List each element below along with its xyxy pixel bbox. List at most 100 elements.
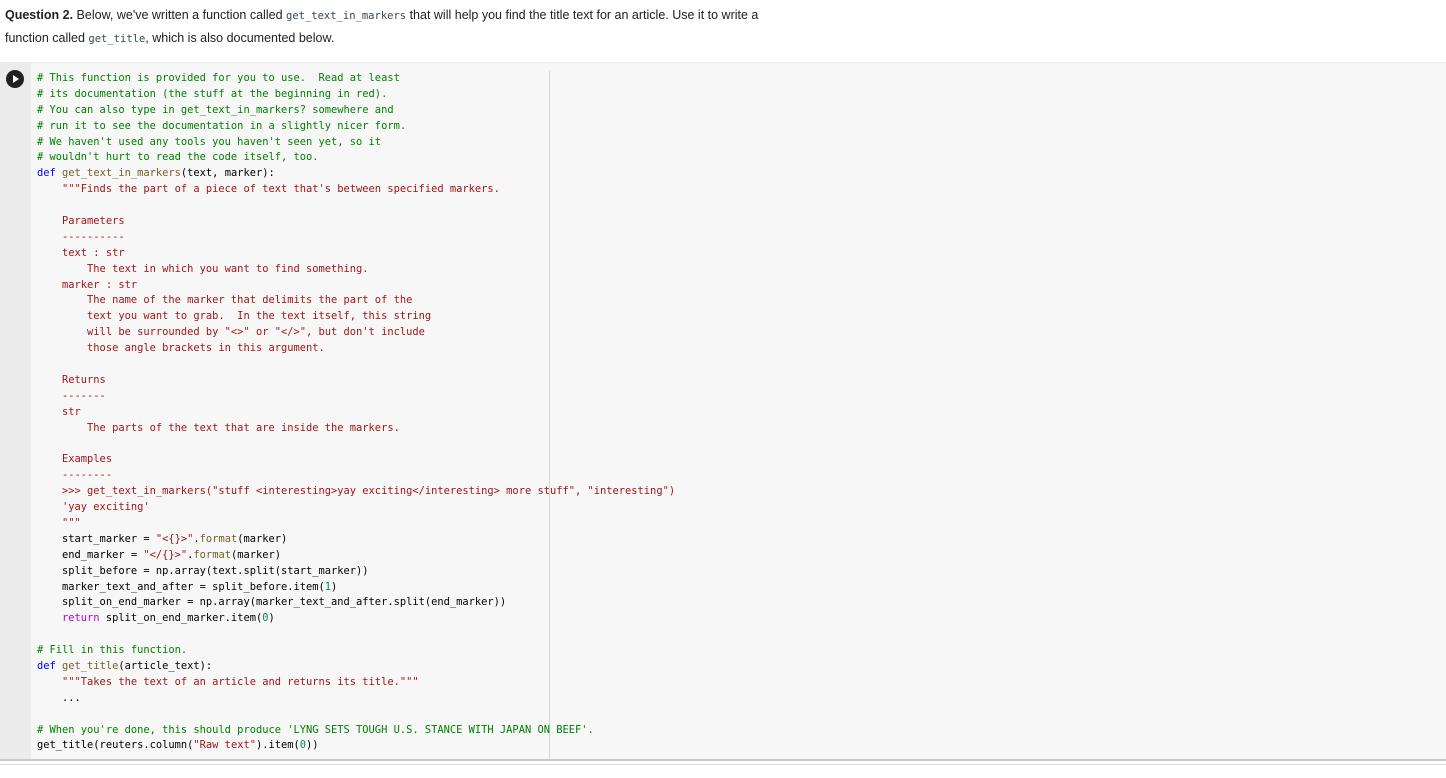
code-line: # Fill in this function. bbox=[37, 643, 675, 659]
code-token: "</{}>" bbox=[143, 548, 188, 561]
code-token: those angle brackets in this argument. bbox=[37, 342, 325, 355]
code-line: text you want to grab. In the text itsel… bbox=[37, 309, 675, 325]
code-line: those angle brackets in this argument. bbox=[37, 341, 675, 357]
code-line: """Finds the part of a piece of text tha… bbox=[37, 182, 675, 198]
code-token: ... bbox=[37, 691, 81, 704]
code-token: format bbox=[193, 548, 231, 561]
code-line: >>> get_text_in_markers("stuff <interest… bbox=[37, 484, 675, 500]
code-line: Parameters bbox=[37, 214, 675, 230]
code-token: )) bbox=[306, 739, 319, 752]
code-token: start_marker = bbox=[37, 532, 156, 545]
code-token: split_on_end_marker.item( bbox=[99, 612, 263, 625]
code-line: 'yay exciting' bbox=[37, 500, 675, 516]
code-token: marker : str bbox=[37, 278, 138, 291]
cell-gutter bbox=[0, 63, 31, 760]
code-token: >>> get_text_in_markers("stuff <interest… bbox=[37, 485, 676, 498]
code-line: def get_text_in_markers(text, marker): bbox=[37, 166, 675, 182]
code-editor[interactable]: # This function is provided for you to u… bbox=[37, 71, 675, 754]
code-line: """ bbox=[37, 516, 675, 532]
code-token: format bbox=[199, 532, 238, 545]
code-token: ---------- bbox=[37, 230, 125, 243]
question-text-part-2: that will help you find the title text f… bbox=[406, 8, 759, 22]
code-token: def bbox=[37, 659, 56, 672]
code-token: (marker) bbox=[230, 548, 282, 561]
code-line: Returns bbox=[37, 373, 675, 389]
question-text-part-3: function called bbox=[5, 31, 89, 45]
next-cell-edge bbox=[0, 764, 1446, 778]
code-line: get_title(reuters.column("Raw text").ite… bbox=[37, 738, 675, 754]
run-cell-button[interactable] bbox=[6, 70, 24, 88]
code-token: end_marker = bbox=[37, 548, 144, 561]
code-token: Returns bbox=[37, 373, 106, 386]
code-line: marker : str bbox=[37, 278, 675, 294]
code-token: ------- bbox=[37, 389, 106, 402]
code-line: The name of the marker that delimits the… bbox=[37, 293, 675, 309]
code-line: """Takes the text of an article and retu… bbox=[37, 675, 675, 691]
inline-code-get-title: get_title bbox=[88, 33, 146, 45]
code-line: end_marker = "</{}>".format(marker) bbox=[37, 548, 675, 564]
code-line: # its documentation (the stuff at the be… bbox=[37, 87, 675, 103]
code-token: # You can also type in get_text_in_marke… bbox=[37, 103, 394, 116]
code-token: "Raw text" bbox=[193, 739, 256, 752]
question-text-cell: Question 2. Below, we've written a funct… bbox=[5, 4, 905, 50]
code-line: ... bbox=[37, 691, 675, 707]
code-token: get_text_in_markers bbox=[55, 167, 181, 180]
code-line: -------- bbox=[37, 468, 675, 484]
play-icon bbox=[13, 75, 19, 83]
question-text-part-1: Below, we've written a function called bbox=[73, 8, 286, 22]
code-token: -------- bbox=[37, 469, 113, 482]
code-token: will be surrounded by "<>" or "</>", but… bbox=[37, 326, 425, 339]
code-token: marker_text_and_after = split_before.ite… bbox=[37, 580, 325, 593]
code-line: Examples bbox=[37, 452, 675, 468]
code-line: # wouldn't hurt to read the code itself,… bbox=[37, 150, 675, 166]
code-line: marker_text_and_after = split_before.ite… bbox=[37, 580, 675, 596]
question-line-2: function called get_title, which is also… bbox=[5, 27, 905, 50]
code-token: ) bbox=[268, 612, 275, 625]
question-line-1: Question 2. Below, we've written a funct… bbox=[5, 4, 905, 27]
code-token: The name of the marker that delimits the… bbox=[37, 294, 413, 307]
code-line: def get_title(article_text): bbox=[37, 659, 675, 675]
code-token: text : str bbox=[37, 246, 125, 259]
code-line: str bbox=[37, 405, 675, 421]
code-token: split_before = np.array(text.split(start… bbox=[37, 564, 369, 577]
code-line: The parts of the text that are inside th… bbox=[37, 421, 675, 437]
code-token: (text, marker): bbox=[180, 167, 275, 180]
code-token: # wouldn't hurt to read the code itself,… bbox=[37, 151, 319, 164]
code-token: # run it to see the documentation in a s… bbox=[37, 119, 407, 132]
code-line: return split_on_end_marker.item(0) bbox=[37, 611, 675, 627]
code-token: Parameters bbox=[37, 215, 125, 228]
code-line: ---------- bbox=[37, 230, 675, 246]
code-token: text you want to grab. In the text itsel… bbox=[37, 310, 432, 323]
code-token: split_on_end_marker = np.array(marker_te… bbox=[37, 596, 507, 609]
code-token: "<{}>" bbox=[155, 532, 194, 545]
code-line: # You can also type in get_text_in_marke… bbox=[37, 103, 675, 119]
code-token: 'yay exciting' bbox=[37, 501, 150, 514]
code-token: Examples bbox=[37, 453, 113, 466]
code-line: The text in which you want to find somet… bbox=[37, 262, 675, 278]
code-token: return bbox=[37, 612, 100, 625]
code-token: get_title(reuters.column( bbox=[37, 739, 194, 752]
code-token: get_title bbox=[55, 659, 119, 672]
code-token: # This function is provided for you to u… bbox=[37, 72, 400, 84]
code-line: split_on_end_marker = np.array(marker_te… bbox=[37, 595, 675, 611]
code-cell[interactable]: # This function is provided for you to u… bbox=[0, 62, 1446, 761]
code-token: ) bbox=[331, 580, 338, 593]
code-token: The parts of the text that are inside th… bbox=[37, 421, 400, 434]
code-token: def bbox=[37, 167, 56, 180]
code-line: text : str bbox=[37, 246, 675, 262]
code-line: will be surrounded by "<>" or "</>", but… bbox=[37, 325, 675, 341]
cell-bottom-border bbox=[0, 759, 1446, 761]
code-token: # its documentation (the stuff at the be… bbox=[37, 87, 388, 100]
code-token: # We haven't used any tools you haven't … bbox=[37, 135, 382, 148]
question-text-part-4: , which is also documented below. bbox=[145, 31, 335, 45]
code-line: split_before = np.array(text.split(start… bbox=[37, 564, 675, 580]
code-token: """ bbox=[37, 516, 81, 529]
code-line: # When you're done, this should produce … bbox=[37, 723, 675, 739]
inline-code-get-text-in-markers: get_text_in_markers bbox=[286, 10, 407, 22]
code-token: ).item( bbox=[255, 739, 300, 752]
